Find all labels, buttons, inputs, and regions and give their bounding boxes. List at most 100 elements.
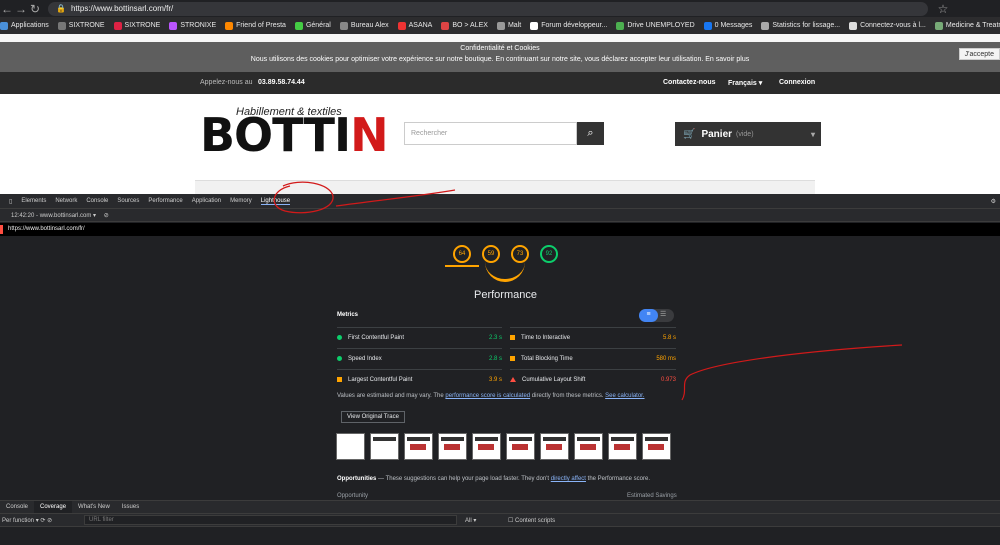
coverage-mode: Per function: [2, 518, 35, 524]
url-filter-input[interactable]: URL filter: [84, 515, 457, 525]
bookmark-item[interactable]: SIXTRONE: [113, 21, 160, 30]
devtools-tab-memory[interactable]: Memory: [230, 198, 252, 204]
metric-label: Total Blocking Time: [521, 355, 573, 362]
login-link[interactable]: Connexion: [779, 79, 815, 86]
drawer-tab-coverage[interactable]: Coverage: [34, 501, 73, 513]
bookmark-item[interactable]: Connectez-vous à l...: [849, 21, 926, 30]
metrics-view-toggle[interactable]: ≡ ☰: [639, 309, 674, 322]
bookmark-item[interactable]: Général: [294, 21, 331, 30]
devtools-tab-console[interactable]: Console: [86, 198, 108, 204]
note-text: directly from these metrics.: [531, 393, 604, 399]
bookmark-favicon-icon: [761, 21, 770, 30]
cookie-banner: Confidentialité et Cookies Nous utilison…: [0, 42, 1000, 72]
settings-icon[interactable]: ⚙: [991, 198, 996, 205]
site-search-input[interactable]: Rechercher: [404, 122, 577, 145]
directly-affect-link[interactable]: directly affect: [551, 476, 586, 482]
devtools-tab-lighthouse[interactable]: Lighthouse: [260, 198, 291, 205]
clear-icon[interactable]: ⊘: [47, 518, 52, 524]
metric-row: Total Blocking Time 580 ms: [510, 348, 676, 368]
filmstrip-frame: [404, 433, 433, 460]
devtools-tab-network[interactable]: Network: [55, 198, 77, 204]
browser-toolbar: ← → ↻ 🔒 https://www.bottinsarl.com/fr/ ☆: [0, 0, 1000, 17]
cart-button[interactable]: 🛒 Panier (vide) ▾: [675, 122, 821, 146]
bookmark-favicon-icon: [441, 21, 450, 30]
lighthouse-report: 64 59 73 92 Performance Metrics ≡ ☰ Firs…: [0, 236, 1000, 499]
back-icon[interactable]: ←: [0, 2, 14, 16]
score-gauge-seo[interactable]: 92: [540, 245, 558, 263]
site-top-nav: Appelez-nous au 03.89.58.74.44 Contactez…: [0, 72, 1000, 94]
search-button[interactable]: ⌕: [577, 122, 604, 145]
score-calculated-link[interactable]: performance score is calculated: [445, 393, 530, 399]
bookmark-item[interactable]: SIXTRONE: [57, 21, 105, 30]
bookmark-item[interactable]: Statistics for lissage...: [761, 21, 841, 30]
coverage-pane: [0, 526, 1000, 545]
drawer-tab-what-s-new[interactable]: What's New: [72, 504, 116, 510]
metric-label: First Contentful Paint: [348, 334, 405, 341]
phone-label: Appelez-nous au: [200, 79, 253, 86]
bookmark-item[interactable]: STRONIXE: [169, 21, 216, 30]
bookmark-item[interactable]: Drive UNEMPLOYED: [616, 21, 695, 30]
bookmark-item[interactable]: Applications: [0, 21, 49, 30]
metric-row: First Contentful Paint 2.3 s: [337, 327, 502, 347]
note-text: Values are estimated and may vary. The: [337, 393, 444, 399]
content-scripts-checkbox[interactable]: ☐ Content scripts: [508, 517, 555, 524]
metric-value: 3.9 s: [488, 376, 502, 383]
coverage-mode-select[interactable]: Per function ▾ ⟳ ⊘: [2, 517, 52, 524]
phone-number[interactable]: 03.89.58.74.44: [258, 79, 305, 86]
drawer-tab-console[interactable]: Console: [0, 504, 34, 510]
device-toolbar-icon[interactable]: ▯: [9, 198, 12, 205]
calculator-link[interactable]: See calculator.: [605, 393, 644, 399]
bookmark-item[interactable]: Medicine & Treatm...: [934, 21, 1000, 30]
performance-gauge-arc: [485, 256, 525, 282]
site-logo[interactable]: Habillement & textiles BOTTIN: [200, 106, 389, 158]
clear-icon[interactable]: ⊘: [104, 213, 109, 219]
list-view-icon[interactable]: ≡: [639, 309, 658, 322]
expanded-view-icon[interactable]: ☰: [660, 309, 666, 321]
pass-circle-icon: [337, 356, 342, 361]
reload-icon[interactable]: ↻: [28, 2, 42, 16]
lighthouse-toolbar: 12:42:20 - www.bottinsarl.com ▾ ⊘: [0, 209, 1000, 222]
bookmark-item[interactable]: BO > ALEX: [441, 21, 488, 30]
score-gauge-performance[interactable]: 64: [453, 245, 471, 263]
devtools-tab-performance[interactable]: Performance: [148, 198, 182, 204]
bookmark-item[interactable]: 0 Messages: [703, 21, 753, 30]
opportunity-column-header: Opportunity: [337, 493, 369, 499]
score-value: 92: [545, 251, 553, 257]
chevron-down-icon: ▾: [758, 80, 763, 87]
opportunities-text: — These suggestions can help your page l…: [378, 476, 550, 482]
drawer-tabbar: Console Coverage What's New Issues: [0, 500, 1000, 513]
report-select[interactable]: 12:42:20 - www.bottinsarl.com: [11, 213, 91, 219]
reload-icon[interactable]: ⟳: [40, 518, 45, 524]
devtools-tab-elements[interactable]: Elements: [21, 198, 46, 204]
fail-triangle-icon: [510, 377, 516, 382]
bookmark-item[interactable]: ASANA: [397, 21, 432, 30]
bookmark-label: 0 Messages: [714, 22, 753, 29]
report-url[interactable]: https://www.bottinsarl.com/fr/: [8, 226, 85, 232]
bookmark-item[interactable]: Forum développeur...: [530, 21, 607, 30]
average-square-icon: [510, 335, 515, 340]
type-value: All: [465, 518, 472, 524]
metric-value: 2.3 s: [488, 334, 502, 341]
bookmark-label: Applications: [11, 22, 49, 29]
view-trace-button[interactable]: View Original Trace: [341, 411, 405, 423]
devtools-tab-application[interactable]: Application: [192, 198, 221, 204]
bookmark-favicon-icon: [0, 21, 8, 30]
star-icon[interactable]: ☆: [936, 2, 950, 16]
forward-icon[interactable]: →: [14, 2, 28, 16]
bookmark-item[interactable]: Friend of Presta: [225, 21, 286, 30]
language-selector[interactable]: Français ▾: [728, 79, 762, 87]
bookmark-label: Statistics for lissage...: [772, 22, 841, 29]
accept-cookies-button[interactable]: J'accepte: [958, 48, 1000, 60]
devtools-tab-sources[interactable]: Sources: [117, 198, 139, 204]
drawer-tab-issues[interactable]: Issues: [116, 504, 145, 510]
address-bar[interactable]: 🔒 https://www.bottinsarl.com/fr/: [48, 1, 928, 16]
bookmark-item[interactable]: Bureau Alex: [339, 21, 389, 30]
bookmark-favicon-icon: [703, 21, 712, 30]
filmstrip: [336, 433, 676, 461]
bookmark-item[interactable]: Malt: [496, 21, 521, 30]
metric-row: Speed Index 2.8 s: [337, 348, 502, 368]
type-select[interactable]: All ▾: [465, 517, 476, 524]
filmstrip-frame: [336, 433, 365, 460]
contact-link[interactable]: Contactez-nous: [663, 79, 716, 86]
filmstrip-frame: [370, 433, 399, 460]
